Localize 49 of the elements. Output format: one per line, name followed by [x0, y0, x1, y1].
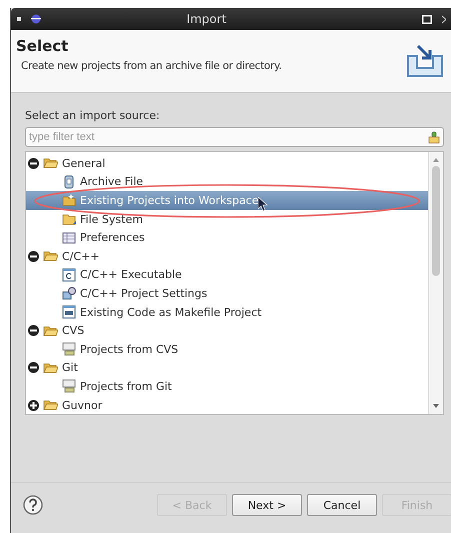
window-icon [62, 268, 76, 282]
tree-item[interactable]: Git [62, 361, 78, 374]
folder-icon [43, 399, 58, 412]
expand-icon[interactable] [28, 400, 39, 411]
tree-item[interactable]: C/C++ Project Settings [80, 286, 208, 300]
tree-item[interactable]: File System [80, 212, 143, 226]
tree-item[interactable]: CVS [62, 324, 84, 338]
table-icon [62, 230, 76, 245]
tree-item[interactable]: Guvnor [62, 398, 102, 412]
folder-icon [62, 212, 76, 226]
scrollbar-thumb[interactable] [432, 166, 440, 276]
window-title: Import [186, 12, 228, 26]
tree-item[interactable]: General [62, 156, 106, 170]
tree-item[interactable]: C/C++ Executable [80, 268, 182, 282]
dialog-button[interactable]: Next > [232, 494, 302, 516]
source-label: Select an import source: [25, 109, 161, 122]
page-description: Create new projects from an archive file or directory. [21, 60, 282, 72]
filter-field[interactable]: type filter text [25, 127, 444, 147]
window-icon [62, 305, 76, 320]
repository-icon [62, 342, 76, 356]
dialog-button[interactable]: Cancel [307, 494, 377, 516]
repository-icon [62, 379, 76, 394]
collapse-icon[interactable] [28, 250, 39, 262]
folder-icon [43, 362, 58, 374]
cursor-icon [258, 197, 268, 212]
folder-icon [43, 157, 58, 170]
tree-item[interactable]: C/C++ [62, 250, 100, 263]
tree-item[interactable]: Projects from Git [80, 380, 172, 393]
scroll-up-icon[interactable] [432, 156, 440, 164]
tree-item[interactable]: Archive File [80, 175, 144, 188]
clear-filter-icon[interactable] [428, 130, 440, 144]
archive-file-icon [62, 174, 76, 189]
gear-icon [62, 286, 76, 300]
page-title: Select [16, 37, 70, 55]
collapse-icon[interactable] [28, 325, 39, 336]
import-icon [406, 44, 444, 78]
filter-input[interactable]: type filter text [29, 131, 428, 143]
help-icon[interactable] [23, 495, 43, 515]
tree-item[interactable]: Preferences [80, 231, 145, 244]
scrollbar[interactable] [428, 152, 443, 414]
tree-item[interactable]: Existing Code as Makefile Project [80, 306, 262, 319]
folder-icon [43, 324, 58, 337]
collapse-icon[interactable] [28, 158, 39, 169]
scroll-down-icon[interactable] [432, 402, 440, 410]
maximize-icon[interactable] [422, 14, 432, 24]
tree-item[interactable]: Projects from CVS [80, 342, 178, 356]
collapse-icon[interactable] [28, 362, 39, 374]
folder-icon [43, 250, 58, 262]
folder-icon [62, 193, 76, 208]
